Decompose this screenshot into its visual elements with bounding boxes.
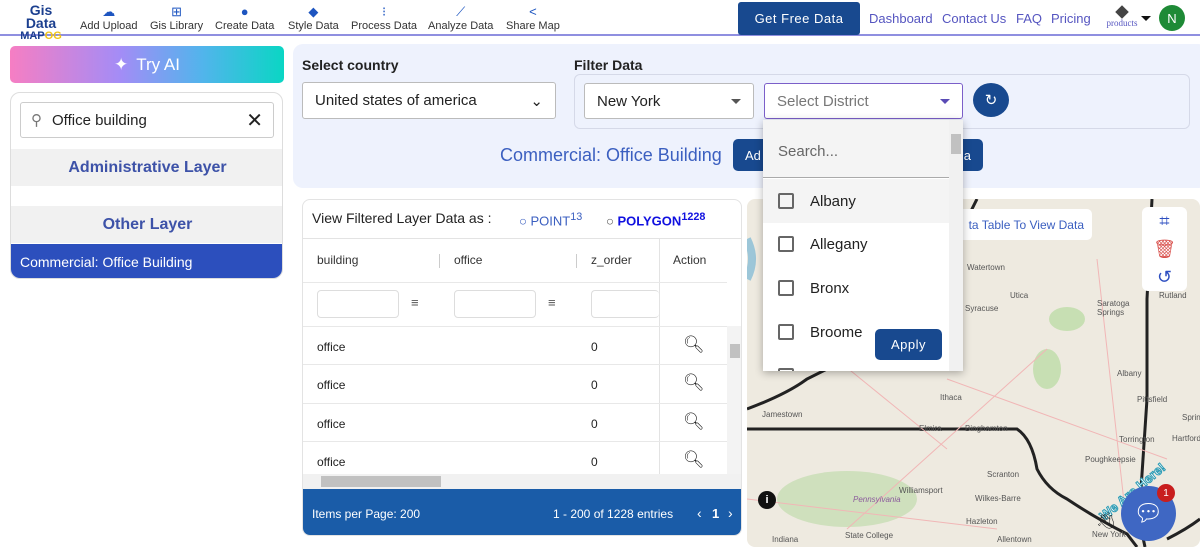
caret-down-icon <box>731 98 741 104</box>
share-icon: < <box>529 4 537 19</box>
nav-style-data[interactable]: ◆ Style Data <box>288 3 339 32</box>
table-row: office 0 🔍︎ <box>303 364 727 402</box>
try-ai-button[interactable]: ✦ Try AI <box>10 46 284 83</box>
info-icon[interactable]: i <box>758 491 776 509</box>
caret-down-icon <box>940 98 950 104</box>
filter-icon[interactable]: ≡ <box>548 295 556 310</box>
nav-gis-library[interactable]: ⊞ Gis Library <box>150 3 203 32</box>
table-row: office 0 🔍︎ <box>303 403 727 441</box>
items-per-page[interactable]: Items per Page: 200 <box>312 507 420 521</box>
checkbox[interactable] <box>778 236 794 252</box>
z-order-filter-input[interactable] <box>591 290 659 318</box>
map-tools: ⌗ 🗑︎ ↺ <box>1142 207 1187 291</box>
logo[interactable]: Gis Data MAPOG <box>14 3 68 43</box>
refresh-icon: ↻ <box>984 92 998 109</box>
zoom-in-icon[interactable]: 🔍︎ <box>683 335 705 355</box>
contact-us-link[interactable]: Contact Us <box>942 11 1006 26</box>
vertical-scrollbar[interactable] <box>727 326 741 475</box>
dropdown-scrollbar[interactable] <box>949 120 963 371</box>
process-icon: ⁝ <box>381 4 387 19</box>
filter-data-label: Filter Data <box>574 57 643 73</box>
cube-icon <box>1115 5 1129 19</box>
history-icon[interactable]: ↺ <box>1157 267 1172 288</box>
building-filter-input[interactable] <box>317 290 399 318</box>
zoom-in-icon[interactable]: 🔍︎ <box>683 450 705 470</box>
current-page[interactable]: 1 <box>712 506 719 521</box>
nav-process-data[interactable]: ⁝ Process Data <box>351 3 417 32</box>
country-select[interactable]: United states of america ⌄ <box>302 82 556 119</box>
checkbox[interactable] <box>778 280 794 296</box>
delete-icon[interactable]: 🗑︎ <box>1153 239 1176 260</box>
search-icon: ⚲ <box>31 112 42 129</box>
data-table-panel: View Filtered Layer Data as : ○ POINT13 … <box>302 199 742 536</box>
get-free-data-button[interactable]: Get Free Data <box>738 2 860 35</box>
faq-link[interactable]: FAQ <box>1016 11 1042 26</box>
clear-search-icon[interactable]: ✕ <box>246 108 263 133</box>
chevron-down-icon: ⌄ <box>530 92 543 110</box>
map-pin-icon: ● <box>240 4 249 19</box>
chat-notification-badge: 1 <box>1157 484 1175 502</box>
checkbox[interactable] <box>778 193 794 209</box>
chat-bubble-icon: 💬︎ <box>1133 500 1164 527</box>
column-header-office[interactable]: office <box>454 238 482 282</box>
nav-create-data[interactable]: ● Create Data <box>215 3 274 32</box>
column-header-building[interactable]: building <box>317 238 358 282</box>
district-search-input[interactable]: Search... <box>763 120 949 178</box>
view-as-label: View Filtered Layer Data as : <box>312 210 492 226</box>
prev-page-icon[interactable]: ‹ <box>697 505 702 521</box>
sparkle-icon: ✦ <box>113 54 129 74</box>
office-filter-input[interactable] <box>454 290 536 318</box>
polygon-radio[interactable]: ○ POLYGON1228 <box>606 211 705 228</box>
filter-panel: Select country United states of america ⌄… <box>293 44 1200 188</box>
products-caret-icon[interactable] <box>1141 16 1151 21</box>
cloud-upload-icon: ☁ <box>102 4 116 19</box>
district-option-allegany[interactable]: Allegany <box>763 222 949 266</box>
zoom-in-icon[interactable]: 🔍︎ <box>683 412 705 432</box>
crop-icon[interactable]: ⌗ <box>1159 211 1169 232</box>
layer-search-input[interactable]: ⚲ Office building ✕ <box>20 102 274 138</box>
filter-icon[interactable]: ≡ <box>411 295 419 310</box>
administrative-layer-header[interactable]: Administrative Layer <box>11 149 282 186</box>
user-avatar[interactable]: N <box>1159 5 1185 31</box>
next-page-icon[interactable]: › <box>728 505 733 521</box>
checkbox[interactable] <box>778 324 794 340</box>
dashboard-link[interactable]: Dashboard <box>869 11 933 26</box>
district-option-albany[interactable]: Albany <box>763 179 949 223</box>
point-radio[interactable]: ○ POINT13 <box>519 211 582 228</box>
table-pagination-footer: Items per Page: 200 1 - 200 of 1228 entr… <box>303 489 741 535</box>
district-select[interactable]: Select District <box>764 83 963 119</box>
apply-button[interactable]: Apply <box>875 329 942 360</box>
horizontal-scrollbar[interactable] <box>303 474 741 489</box>
district-option-bronx[interactable]: Bronx <box>763 266 949 310</box>
waving-hand-icon: 👋︎ <box>1096 513 1117 530</box>
column-header-action: Action <box>673 253 707 267</box>
layer-item-commercial-office-building[interactable]: Commercial: Office Building <box>11 244 282 278</box>
pricing-link[interactable]: Pricing <box>1051 11 1091 26</box>
table-row: office 0 🔍︎ <box>303 326 727 364</box>
entries-range: 1 - 200 of 1228 entries <box>553 507 674 521</box>
paint-bucket-icon: ◆ <box>308 4 319 19</box>
products-menu[interactable]: products <box>1100 5 1144 28</box>
nav-share-map[interactable]: < Share Map <box>506 3 560 32</box>
column-header-z-order[interactable]: z_order <box>591 238 632 282</box>
district-dropdown: Search... Albany Allegany Bronx Broome A… <box>763 120 963 371</box>
top-header: Gis Data MAPOG ☁ Add Upload ⊞ Gis Library … <box>0 0 1200 42</box>
state-select[interactable]: New York <box>584 83 754 119</box>
nav-analyze-data[interactable]: ⟋ Analyze Data <box>428 3 493 32</box>
other-layer-header[interactable]: Other Layer <box>11 206 282 243</box>
library-add-icon: ⊞ <box>171 4 183 19</box>
select-country-label: Select country <box>302 57 399 73</box>
zoom-in-icon[interactable]: 🔍︎ <box>683 373 705 393</box>
layer-title: Commercial: Office Building <box>500 145 722 165</box>
nav-add-upload[interactable]: ☁ Add Upload <box>80 3 138 32</box>
layer-panel: ⚲ Office building ✕ Administrative Layer… <box>10 92 283 279</box>
checkbox[interactable] <box>778 368 794 371</box>
refresh-button[interactable]: ↻ <box>973 83 1009 117</box>
analyze-icon: ⟋ <box>456 4 466 19</box>
